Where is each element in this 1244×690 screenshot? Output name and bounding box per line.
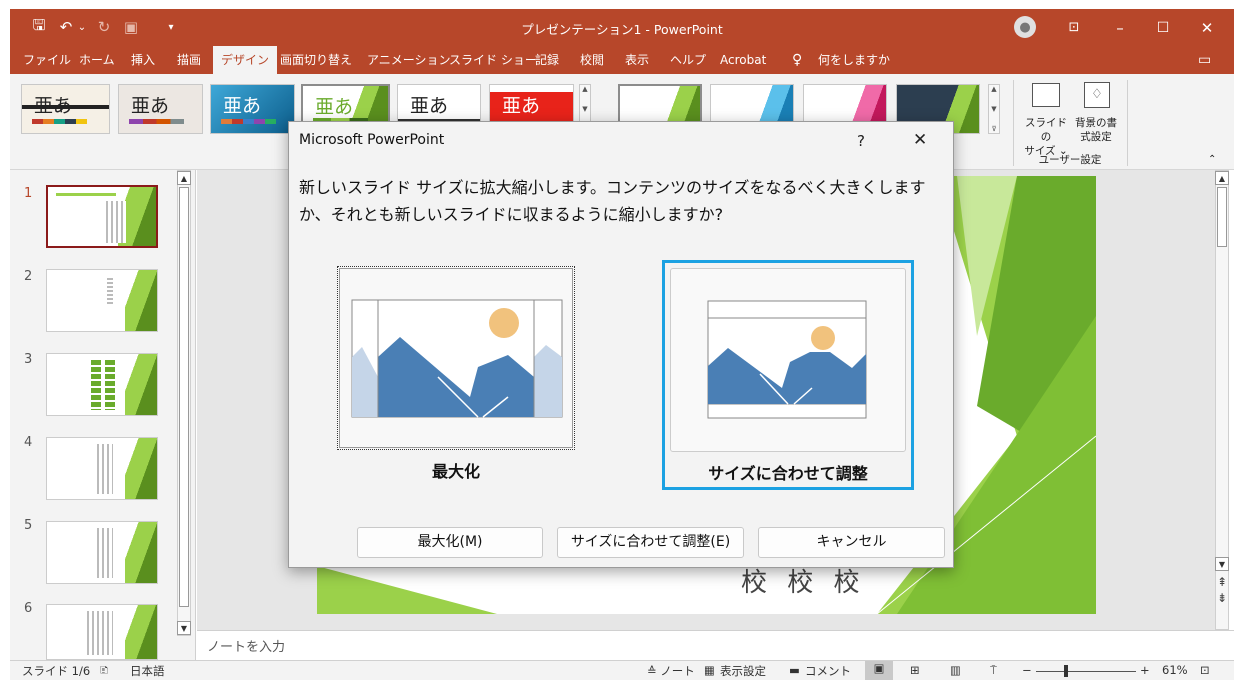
zoom-slider-thumb[interactable] (1064, 665, 1068, 677)
tab-design[interactable]: デザイン (213, 46, 278, 74)
zoom-slider-track[interactable] (1036, 671, 1136, 672)
fit-illustration (707, 300, 867, 419)
notes-pane[interactable]: ノートを入力 (197, 630, 1234, 660)
slide-number: 3 (24, 352, 33, 367)
notes-toggle[interactable]: ≙ ノート (647, 663, 695, 679)
editor-scrollbar[interactable]: ▲ ▼ ⇞ ⇟ (1215, 170, 1229, 630)
slide-number: 2 (24, 269, 33, 284)
notes-placeholder[interactable]: ノートを入力 (207, 636, 285, 655)
minimize-button[interactable]: – (1097, 9, 1143, 46)
slide-thumbnail[interactable] (46, 353, 158, 416)
tab-help[interactable]: ヘルプ (670, 46, 706, 74)
scroll-down-arrow[interactable]: ▼ (177, 621, 191, 635)
ribbon-tabs: ファイル ホーム 挿入 描画 デザイン 画面切り替え アニメーション スライド … (10, 46, 1234, 74)
normal-view-icon[interactable]: ▣ (865, 661, 893, 680)
slide-number: 6 (24, 601, 33, 616)
divider (1013, 80, 1014, 166)
tab-view[interactable]: 表示 (625, 46, 649, 74)
scrollbar-thumb[interactable] (1217, 187, 1227, 247)
zoom-out-button[interactable]: − (1022, 663, 1032, 677)
theme-thumbnail[interactable]: 亜あ (210, 84, 295, 134)
status-bar: スライド 1/6 🗈 日本語 ≙ ノート ▦ 表示設定 ▬ コメント ▣ ⊞ ▥… (10, 660, 1234, 680)
display-settings-icon[interactable]: ▦ (704, 663, 715, 677)
accessibility-icon[interactable]: 🗈 (100, 663, 108, 682)
dialog-close-button[interactable]: ✕ (913, 130, 927, 150)
tab-review[interactable]: 校閲 (580, 46, 604, 74)
slide-thumbnail[interactable] (46, 521, 158, 584)
slide-number: 1 (24, 186, 33, 201)
scroll-down-arrow[interactable]: ▼ (1215, 557, 1229, 571)
comments-icon[interactable]: ▬ (789, 663, 800, 677)
slide-thumbnail[interactable] (46, 185, 158, 248)
theme-thumbnail[interactable]: 亜あ (21, 84, 110, 134)
display-settings-button[interactable]: 表示設定 (720, 663, 766, 679)
scroll-up-arrow[interactable]: ▲ (1215, 171, 1229, 185)
slide-counter: スライド 1/6 (22, 664, 91, 678)
dialog-message: 新しいスライド サイズに拡大縮小します。コンテンツのサイズをなるべく大きくします… (299, 178, 926, 224)
scrollbar-thumb[interactable] (179, 187, 189, 607)
fit-button[interactable]: サイズに合わせて調整(E) (557, 527, 744, 558)
fit-to-window-icon[interactable]: ⊡ (1200, 663, 1210, 677)
title-bar: 🖫 ↶ ⌄ ↻ ▣ ▾ プレゼンテーション1 - PowerPoint ● ⊡ … (10, 9, 1234, 46)
maximize-button[interactable]: ☐ (1140, 9, 1186, 46)
tab-file[interactable]: ファイル (23, 46, 71, 74)
comments-button[interactable]: コメント (805, 663, 851, 679)
language-indicator[interactable]: 日本語 (130, 663, 165, 679)
tab-transitions[interactable]: 画面切り替え (280, 46, 352, 74)
tab-insert[interactable]: 挿入 (131, 46, 155, 74)
variant-gallery-scroll[interactable]: ▲ ▼ ⊽ (988, 84, 1000, 134)
scale-content-dialog: Microsoft PowerPoint ? ✕ 新しいスライド サイズに拡大縮… (288, 121, 954, 568)
next-slide-icon[interactable]: ⇟ (1216, 591, 1228, 605)
group-label-customize: ユーザー設定 (1038, 154, 1102, 166)
lightbulb-icon: ♀ (792, 52, 803, 68)
tell-me-search[interactable]: 何をしますか (818, 46, 890, 74)
thumbnail-scrollbar[interactable]: ▲ ▼ (177, 170, 191, 636)
theme-thumbnail[interactable]: 亜あ (118, 84, 203, 134)
slide-number: 5 (24, 518, 33, 533)
previous-slide-icon[interactable]: ⇞ (1216, 575, 1228, 589)
slide-number: 4 (24, 435, 33, 450)
tab-acrobat[interactable]: Acrobat (720, 46, 766, 74)
help-button[interactable]: ? (857, 132, 865, 150)
maximize-option[interactable] (337, 266, 575, 450)
fit-option-label[interactable]: サイズに合わせて調整 (665, 460, 911, 484)
slide-sorter-icon[interactable]: ⊞ (910, 663, 920, 677)
slide-thumbnail[interactable] (46, 437, 158, 500)
slide-thumbnail[interactable] (46, 604, 158, 660)
maximize-button[interactable]: 最大化(M) (357, 527, 543, 558)
close-button[interactable]: ✕ (1184, 9, 1230, 46)
format-background-button[interactable]: 背景の書 式設定 (1070, 116, 1122, 144)
scroll-up-arrow[interactable]: ▲ (177, 171, 191, 185)
reading-view-icon[interactable]: ▥ (950, 663, 961, 677)
collapse-ribbon-button[interactable]: ⌃ (1208, 154, 1216, 165)
dialog-title: Microsoft PowerPoint (299, 132, 445, 148)
slide-size-icon[interactable] (1032, 83, 1060, 107)
tab-record[interactable]: 記録 (535, 46, 559, 74)
slide-thumbnail-pane: 1 2 3 4 5 6 ▲ ▼ (10, 170, 196, 660)
slide-thumbnail[interactable] (46, 269, 158, 332)
format-background-icon[interactable]: ♢ (1084, 82, 1110, 108)
ribbon-display-icon[interactable]: ⊡ (1051, 9, 1097, 46)
tab-draw[interactable]: 描画 (177, 46, 201, 74)
slideshow-icon[interactable]: ⍑ (990, 663, 997, 678)
tab-slideshow[interactable]: スライド ショー (449, 46, 537, 74)
account-avatar[interactable]: ● (1014, 16, 1036, 38)
cancel-button[interactable]: キャンセル (758, 527, 945, 558)
fit-option[interactable]: サイズに合わせて調整 (662, 260, 914, 490)
comments-icon[interactable]: ▭ (1198, 46, 1211, 74)
maximize-option-label[interactable]: 最大化 (337, 458, 575, 482)
divider (1127, 80, 1128, 166)
tab-animations[interactable]: アニメーション (367, 46, 451, 74)
zoom-in-button[interactable]: + (1140, 663, 1150, 677)
tab-home[interactable]: ホーム (79, 46, 115, 74)
zoom-level[interactable]: 61% (1162, 663, 1188, 677)
maximize-illustration (351, 299, 563, 418)
